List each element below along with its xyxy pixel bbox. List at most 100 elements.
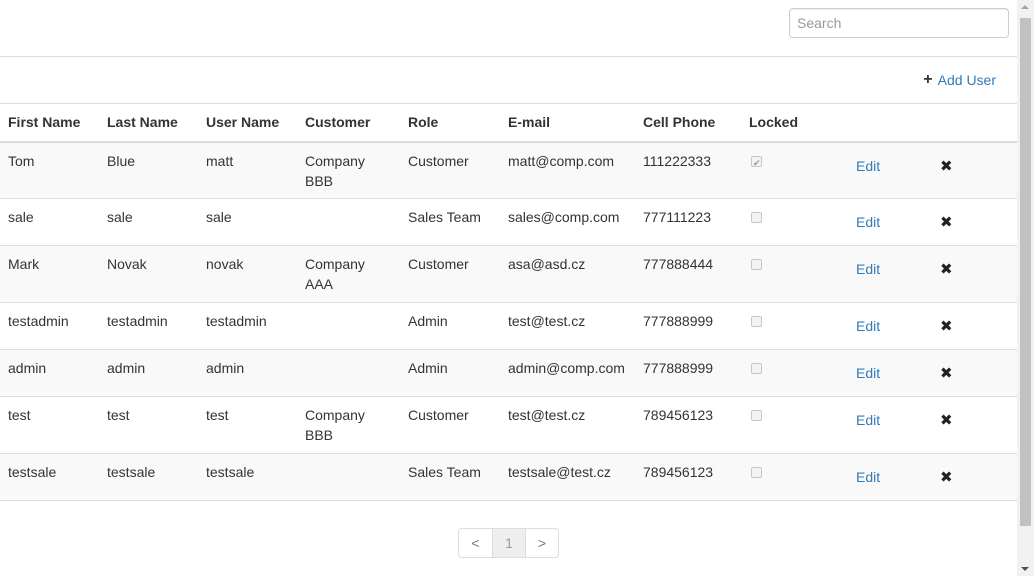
cell-delete: ✖ bbox=[929, 453, 1017, 501]
cell-locked bbox=[741, 198, 841, 246]
cell-user-name: sale bbox=[198, 198, 297, 246]
plus-icon: + bbox=[923, 71, 933, 88]
cell-locked bbox=[741, 302, 841, 350]
cell-role: Sales Team bbox=[400, 453, 500, 501]
locked-checkbox[interactable] bbox=[751, 363, 762, 374]
column-header-role[interactable]: Role bbox=[400, 103, 500, 143]
table-row: Mark Novak novak Company AAA Customer as… bbox=[0, 245, 1017, 303]
cell-last-name: sale bbox=[99, 198, 198, 246]
table-row: Tom Blue matt Company BBB Customer matt@… bbox=[0, 141, 1017, 199]
delete-icon[interactable]: ✖ bbox=[940, 318, 953, 335]
cell-customer bbox=[297, 198, 400, 246]
cell-email: testsale@test.cz bbox=[500, 453, 635, 501]
cell-phone: 777888999 bbox=[635, 302, 741, 350]
cell-locked bbox=[741, 245, 841, 303]
cell-locked bbox=[741, 141, 841, 199]
column-header-first-name[interactable]: First Name bbox=[0, 103, 99, 143]
delete-icon[interactable]: ✖ bbox=[940, 365, 953, 382]
cell-user-name: novak bbox=[198, 245, 297, 303]
edit-link[interactable]: Edit bbox=[856, 214, 880, 230]
locked-checkbox[interactable] bbox=[751, 212, 762, 223]
cell-email: sales@comp.com bbox=[500, 198, 635, 246]
table-row: testsale testsale testsale Sales Team te… bbox=[0, 453, 1017, 501]
cell-user-name: test bbox=[198, 396, 297, 454]
add-user-label: Add User bbox=[937, 72, 996, 88]
pagination-page-1[interactable]: 1 bbox=[492, 529, 525, 557]
cell-first-name: admin bbox=[0, 349, 99, 397]
pagination-prev-button[interactable]: < bbox=[459, 529, 492, 557]
column-header-email[interactable]: E-mail bbox=[500, 103, 635, 143]
pagination-next-button[interactable]: > bbox=[525, 529, 558, 557]
cell-delete: ✖ bbox=[929, 198, 1017, 246]
vertical-scrollbar[interactable] bbox=[1017, 0, 1034, 576]
locked-checkbox[interactable] bbox=[751, 153, 762, 173]
edit-link[interactable]: Edit bbox=[856, 469, 880, 485]
cell-phone: 111222333 bbox=[635, 141, 741, 199]
cell-locked bbox=[741, 396, 841, 454]
cell-phone: 777111223 bbox=[635, 198, 741, 246]
cell-role: Customer bbox=[400, 396, 500, 454]
cell-last-name: testadmin bbox=[99, 302, 198, 350]
cell-edit: Edit bbox=[841, 396, 929, 454]
cell-last-name: test bbox=[99, 396, 198, 454]
edit-link[interactable]: Edit bbox=[856, 261, 880, 277]
column-header-delete bbox=[929, 103, 1017, 143]
cell-customer bbox=[297, 349, 400, 397]
cell-email: asa@asd.cz bbox=[500, 245, 635, 303]
cell-first-name: testsale bbox=[0, 453, 99, 501]
cell-first-name: Tom bbox=[0, 141, 99, 199]
edit-link[interactable]: Edit bbox=[856, 318, 880, 334]
column-header-last-name[interactable]: Last Name bbox=[99, 103, 198, 143]
column-header-customer[interactable]: Customer bbox=[297, 103, 400, 143]
cell-edit: Edit bbox=[841, 198, 929, 246]
cell-user-name: testsale bbox=[198, 453, 297, 501]
edit-link[interactable]: Edit bbox=[856, 158, 880, 174]
locked-checkbox[interactable] bbox=[751, 467, 762, 478]
edit-link[interactable]: Edit bbox=[856, 412, 880, 428]
pagination: < 1 > bbox=[458, 528, 559, 558]
scrollbar-thumb[interactable] bbox=[1020, 18, 1031, 526]
cell-first-name: sale bbox=[0, 198, 99, 246]
search-input[interactable] bbox=[789, 8, 1009, 38]
cell-locked bbox=[741, 349, 841, 397]
cell-customer: Company AAA bbox=[297, 245, 400, 303]
cell-phone: 777888999 bbox=[635, 349, 741, 397]
column-header-cell-phone[interactable]: Cell Phone bbox=[635, 103, 741, 143]
cell-delete: ✖ bbox=[929, 396, 1017, 454]
cell-user-name: matt bbox=[198, 141, 297, 199]
cell-delete: ✖ bbox=[929, 349, 1017, 397]
column-header-locked[interactable]: Locked bbox=[741, 103, 841, 143]
cell-email: matt@comp.com bbox=[500, 141, 635, 199]
toolbar: + Add User bbox=[0, 57, 1017, 104]
cell-edit: Edit bbox=[841, 141, 929, 199]
add-user-button[interactable]: + Add User bbox=[923, 71, 996, 89]
cell-role: Customer bbox=[400, 141, 500, 199]
edit-link[interactable]: Edit bbox=[856, 365, 880, 381]
cell-email: test@test.cz bbox=[500, 396, 635, 454]
cell-last-name: testsale bbox=[99, 453, 198, 501]
cell-user-name: testadmin bbox=[198, 302, 297, 350]
locked-checkbox[interactable] bbox=[751, 259, 762, 270]
cell-customer bbox=[297, 302, 400, 350]
cell-first-name: Mark bbox=[0, 245, 99, 303]
column-header-user-name[interactable]: User Name bbox=[198, 103, 297, 143]
delete-icon[interactable]: ✖ bbox=[940, 261, 953, 278]
delete-icon[interactable]: ✖ bbox=[940, 469, 953, 486]
delete-icon[interactable]: ✖ bbox=[940, 214, 953, 231]
cell-role: Sales Team bbox=[400, 198, 500, 246]
delete-icon[interactable]: ✖ bbox=[940, 158, 953, 175]
cell-delete: ✖ bbox=[929, 141, 1017, 199]
scroll-down-arrow-icon[interactable] bbox=[1021, 567, 1029, 571]
scroll-up-arrow-icon[interactable] bbox=[1021, 5, 1029, 9]
cell-edit: Edit bbox=[841, 302, 929, 350]
cell-last-name: Blue bbox=[99, 141, 198, 199]
top-bar bbox=[0, 0, 1017, 57]
delete-icon[interactable]: ✖ bbox=[940, 412, 953, 429]
cell-delete: ✖ bbox=[929, 245, 1017, 303]
locked-checkbox[interactable] bbox=[751, 316, 762, 327]
locked-checkbox[interactable] bbox=[751, 410, 762, 421]
users-table: First Name Last Name User Name Customer … bbox=[0, 103, 1017, 501]
table-row: admin admin admin Admin admin@comp.com 7… bbox=[0, 349, 1017, 397]
cell-phone: 789456123 bbox=[635, 453, 741, 501]
cell-email: test@test.cz bbox=[500, 302, 635, 350]
